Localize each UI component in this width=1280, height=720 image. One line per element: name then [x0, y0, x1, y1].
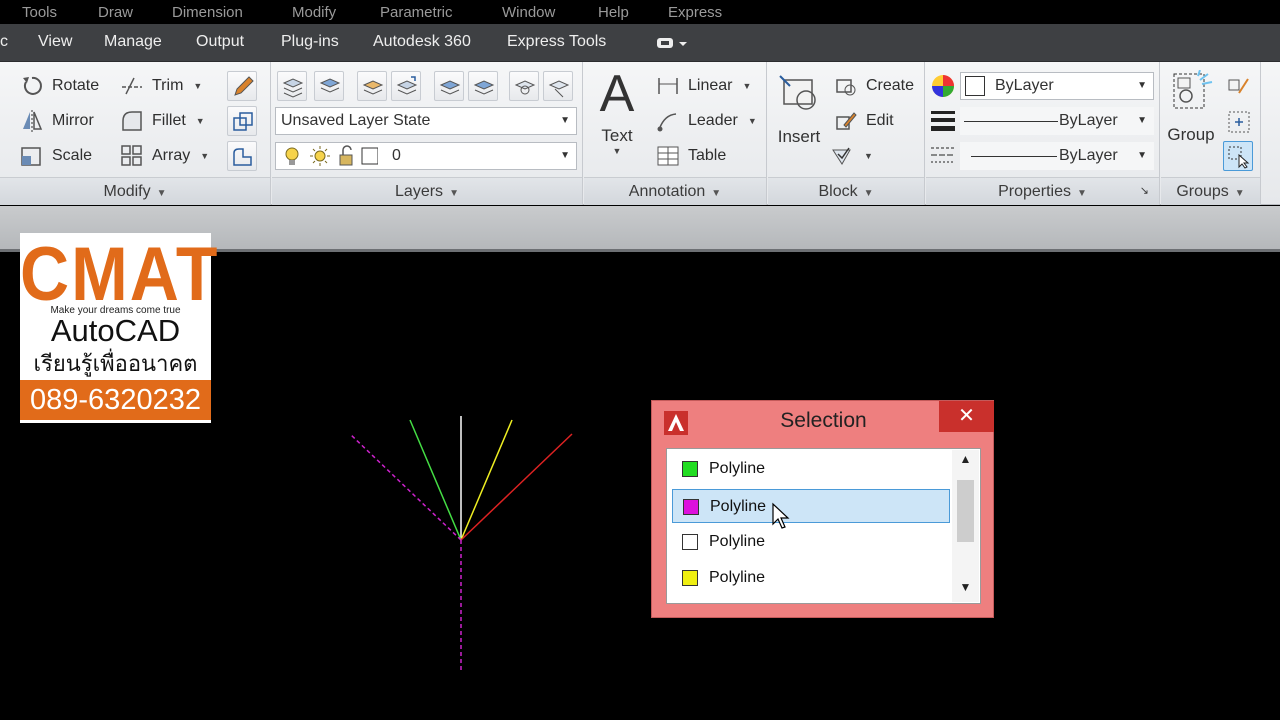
- vertical-scrollbar[interactable]: ▲ ▼: [952, 450, 979, 602]
- color-swatch: [682, 570, 698, 586]
- cmat-logo: CMAT Make your dreams come true AutoCAD …: [20, 231, 217, 423]
- list-item[interactable]: Polyline: [672, 452, 950, 486]
- green-polyline[interactable]: [409, 419, 462, 541]
- scroll-down-icon[interactable]: ▼: [952, 580, 979, 600]
- magenta-polyline-highlighted[interactable]: [349, 433, 462, 541]
- scroll-up-icon[interactable]: ▲: [952, 452, 979, 472]
- scroll-thumb[interactable]: [957, 480, 974, 542]
- color-swatch: [682, 461, 698, 477]
- list-item[interactable]: Polyline: [672, 525, 950, 559]
- list-item-selected[interactable]: Polyline: [672, 489, 950, 529]
- yellow-polyline[interactable]: [460, 419, 513, 541]
- color-swatch: [683, 499, 699, 515]
- logo-phone: 089-6320232: [20, 380, 211, 420]
- selection-list: Polyline Polyline Polyline Polyline ▲ ▼: [666, 448, 981, 604]
- list-item[interactable]: Polyline: [672, 561, 950, 595]
- close-button[interactable]: ✕: [939, 401, 994, 432]
- color-swatch: [682, 534, 698, 550]
- logo-thai-text: เรียนรู้เพื่ออนาคต: [33, 351, 198, 376]
- selection-dialog: Selection ✕ Polyline Polyline Polyline P…: [651, 400, 994, 618]
- red-polyline[interactable]: [460, 433, 573, 541]
- logo-product: AutoCAD: [50, 313, 181, 348]
